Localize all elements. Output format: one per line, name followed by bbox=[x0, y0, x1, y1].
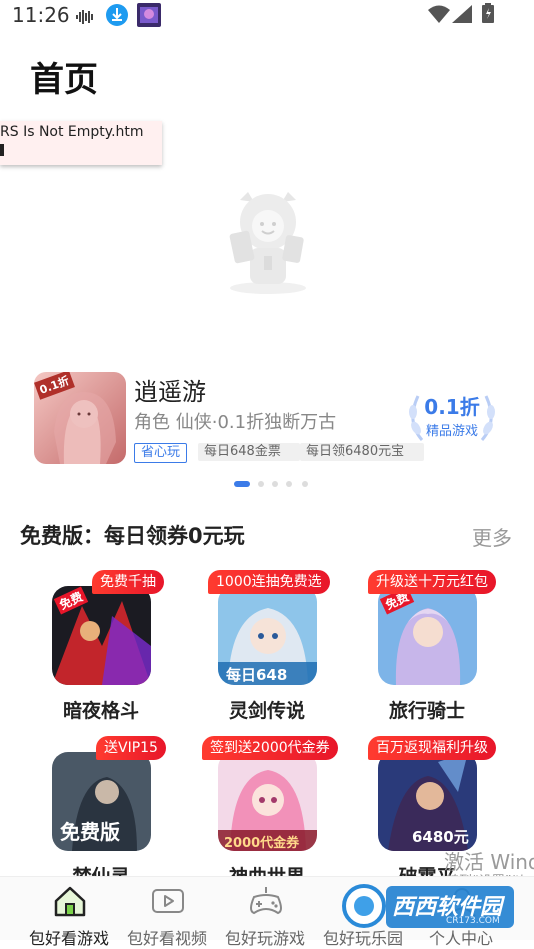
game-icon-text: 6480元 bbox=[412, 828, 469, 846]
home-icon bbox=[52, 885, 88, 917]
game-icon-text: 每日648 bbox=[226, 666, 288, 684]
discount-badge: 0.1折 精品游戏 bbox=[404, 388, 500, 446]
game-icon-text: 2000代金券 bbox=[224, 836, 300, 851]
game-icon[interactable]: 免费版 bbox=[52, 752, 151, 851]
tab-good-videos[interactable]: 包好看视频 bbox=[118, 877, 216, 948]
game-card[interactable]: 免费 升级送十万元红包 旅行骑士 bbox=[352, 570, 502, 722]
carousel-dot[interactable] bbox=[286, 481, 292, 487]
tab-good-games[interactable]: 包好看游戏 bbox=[20, 877, 118, 948]
game-card[interactable]: 免费版 送VIP15 梦仙灵 bbox=[26, 736, 176, 888]
game-card[interactable]: 2000代金券 签到送2000代金券 神曲世界 bbox=[192, 736, 342, 888]
game-icon[interactable]: 6480元 bbox=[378, 752, 477, 851]
site-logo: 西西软件园 CR173.COM bbox=[334, 880, 516, 934]
featured-game-description: 角色 仙侠·0.1折独断万古 bbox=[134, 412, 337, 433]
carousel-dot-active[interactable] bbox=[234, 481, 250, 487]
game-thumbnail-icon bbox=[137, 3, 161, 31]
section-more-link[interactable]: 更多 bbox=[472, 522, 512, 551]
discount-value: 0.1折 bbox=[424, 395, 480, 419]
file-banner[interactable]: RS Is Not Empty.htm bbox=[0, 121, 162, 165]
battery-icon bbox=[482, 3, 494, 27]
gamepad-icon bbox=[248, 885, 284, 917]
download-icon bbox=[105, 3, 129, 31]
featured-game-name: 逍遥游 bbox=[134, 378, 206, 406]
status-time: 11:26 bbox=[12, 3, 70, 27]
game-icon[interactable]: 免费 bbox=[378, 586, 477, 685]
featured-game-card[interactable]: 0.1折 逍遥游 角色 仙侠·0.1折独断万古 省心玩 每日648金票 每日领6… bbox=[34, 372, 504, 464]
game-icon[interactable]: 2000代金券 bbox=[218, 752, 317, 851]
game-badge: 送VIP15 bbox=[96, 736, 166, 760]
carousel-dot[interactable] bbox=[272, 481, 278, 487]
status-bar: 11:26 bbox=[0, 0, 534, 30]
game-badge: 签到送2000代金券 bbox=[202, 736, 338, 760]
section-title: 免费版：每日领券0元玩 bbox=[20, 524, 245, 548]
wifi-icon bbox=[428, 5, 450, 27]
featured-tag: 省心玩 bbox=[134, 443, 188, 463]
game-name: 灵剑传说 bbox=[228, 700, 305, 722]
logo-domain: CR173.COM bbox=[446, 916, 500, 926]
game-badge: 免费千抽 bbox=[92, 570, 164, 594]
loading-placeholder-illustration bbox=[218, 188, 318, 302]
game-icon[interactable]: 每日648 bbox=[218, 586, 317, 685]
file-banner-marker bbox=[0, 144, 4, 156]
tab-label: 包好玩游戏 bbox=[224, 929, 305, 948]
tab-fun-games[interactable]: 包好玩游戏 bbox=[216, 877, 314, 948]
game-badge: 百万返现福利升级 bbox=[368, 736, 496, 760]
game-card[interactable]: 免费 免费千抽 暗夜格斗 bbox=[26, 570, 176, 722]
discount-label: 精品游戏 bbox=[425, 424, 478, 439]
signal-icon bbox=[452, 5, 472, 27]
game-card[interactable]: 每日648 1000连抽免费选 灵剑传说 bbox=[192, 570, 342, 722]
tab-label: 包好看游戏 bbox=[28, 929, 109, 948]
featured-game-thumbnail[interactable]: 0.1折 bbox=[34, 372, 126, 464]
game-badge: 升级送十万元红包 bbox=[368, 570, 496, 594]
game-badge: 1000连抽免费选 bbox=[208, 570, 330, 594]
carousel-dot[interactable] bbox=[258, 481, 264, 487]
file-banner-text: RS Is Not Empty.htm bbox=[0, 124, 144, 140]
game-icon-text: 免费版 bbox=[60, 820, 120, 844]
audio-wave-icon bbox=[76, 9, 96, 28]
page-title: 首页 bbox=[30, 60, 98, 100]
game-name: 暗夜格斗 bbox=[62, 700, 139, 722]
tab-label: 包好看视频 bbox=[126, 929, 207, 948]
game-icon[interactable]: 免费 bbox=[52, 586, 151, 685]
video-icon bbox=[150, 885, 186, 917]
game-name: 旅行骑士 bbox=[388, 700, 465, 722]
carousel-dot[interactable] bbox=[302, 481, 308, 487]
featured-tag: 每日648金票 bbox=[198, 443, 300, 461]
